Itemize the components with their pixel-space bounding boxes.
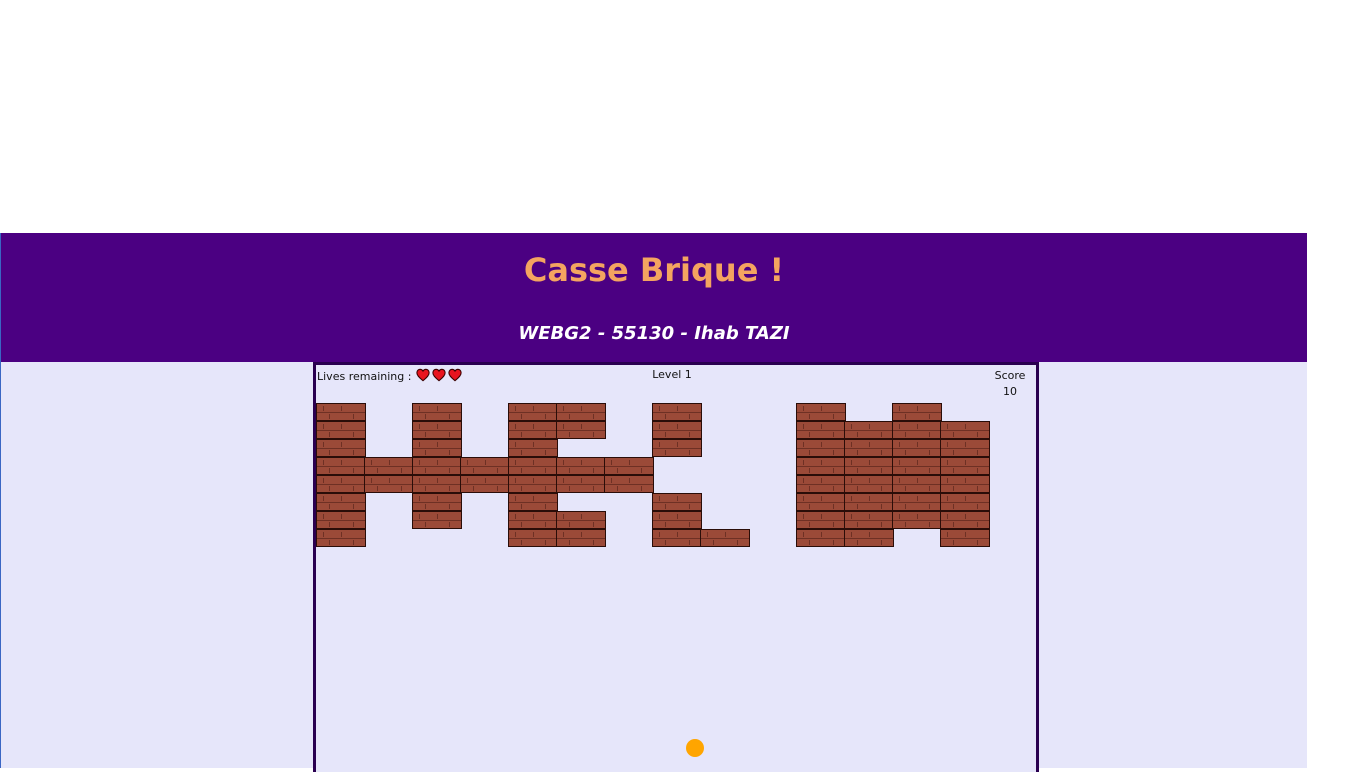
- brick: [460, 457, 510, 475]
- heart-icon: [432, 368, 447, 382]
- brick: [508, 493, 558, 511]
- brick: [556, 403, 606, 421]
- brick: [556, 475, 606, 493]
- brick: [508, 403, 558, 421]
- brick: [316, 475, 366, 493]
- page: Casse Brique ! WEBG2 - 55130 - Ihab TAZI…: [0, 0, 1366, 772]
- brick: [940, 493, 990, 511]
- brick: [844, 511, 894, 529]
- ball: [686, 739, 704, 757]
- brick: [460, 475, 510, 493]
- brick: [556, 457, 606, 475]
- brick: [796, 457, 846, 475]
- brick: [844, 457, 894, 475]
- brick: [508, 511, 558, 529]
- brick: [940, 457, 990, 475]
- score-label: Score: [994, 369, 1026, 382]
- brick: [412, 475, 462, 493]
- brick: [364, 475, 414, 493]
- brick: [556, 529, 606, 547]
- brick: [892, 475, 942, 493]
- brick: [652, 511, 702, 529]
- brick: [940, 439, 990, 457]
- brick: [844, 421, 894, 439]
- lives-label: Lives remaining :: [317, 370, 412, 383]
- brick: [940, 529, 990, 547]
- brick: [652, 421, 702, 439]
- brick: [652, 493, 702, 511]
- brick: [412, 403, 462, 421]
- brick: [556, 511, 606, 529]
- score-panel: Score 10: [985, 368, 1035, 400]
- brick: [700, 529, 750, 547]
- brick: [412, 457, 462, 475]
- brick: [844, 493, 894, 511]
- brick: [844, 529, 894, 547]
- brick: [604, 475, 654, 493]
- brick: [508, 529, 558, 547]
- brick: [796, 439, 846, 457]
- brick: [316, 493, 366, 511]
- brick: [508, 475, 558, 493]
- brick: [940, 421, 990, 439]
- brick: [604, 457, 654, 475]
- heart-icon: [416, 368, 431, 382]
- brick: [556, 421, 606, 439]
- score-value: 10: [1003, 385, 1017, 398]
- heart-icon: [448, 368, 463, 382]
- brick: [844, 439, 894, 457]
- brick: [892, 421, 942, 439]
- brick: [796, 529, 846, 547]
- brick: [508, 421, 558, 439]
- brick: [940, 475, 990, 493]
- brick: [412, 493, 462, 511]
- brick: [508, 457, 558, 475]
- brick: [412, 439, 462, 457]
- brick: [316, 457, 366, 475]
- brick: [364, 457, 414, 475]
- hearts-container: [414, 368, 463, 385]
- brick: [796, 493, 846, 511]
- brick: [796, 403, 846, 421]
- level-indicator: Level 1: [652, 368, 692, 381]
- brick: [892, 511, 942, 529]
- brick: [796, 475, 846, 493]
- brick: [508, 439, 558, 457]
- brick: [316, 529, 366, 547]
- brick: [892, 457, 942, 475]
- brick: [412, 511, 462, 529]
- brick: [652, 403, 702, 421]
- brick: [652, 529, 702, 547]
- page-subtitle: WEBG2 - 55130 - Ihab TAZI: [518, 323, 790, 344]
- brick: [844, 475, 894, 493]
- brick: [892, 403, 942, 421]
- brick: [940, 511, 990, 529]
- header-banner: Casse Brique ! WEBG2 - 55130 - Ihab TAZI: [0, 233, 1307, 362]
- brick: [652, 439, 702, 457]
- lives-indicator: Lives remaining :: [317, 368, 463, 385]
- brick: [316, 421, 366, 439]
- brick: [412, 421, 462, 439]
- brick: [892, 493, 942, 511]
- brick: [796, 511, 846, 529]
- brick: [316, 403, 366, 421]
- brick: [796, 421, 846, 439]
- page-title: Casse Brique !: [523, 251, 785, 289]
- brick: [316, 511, 366, 529]
- brick: [316, 439, 366, 457]
- brick: [892, 439, 942, 457]
